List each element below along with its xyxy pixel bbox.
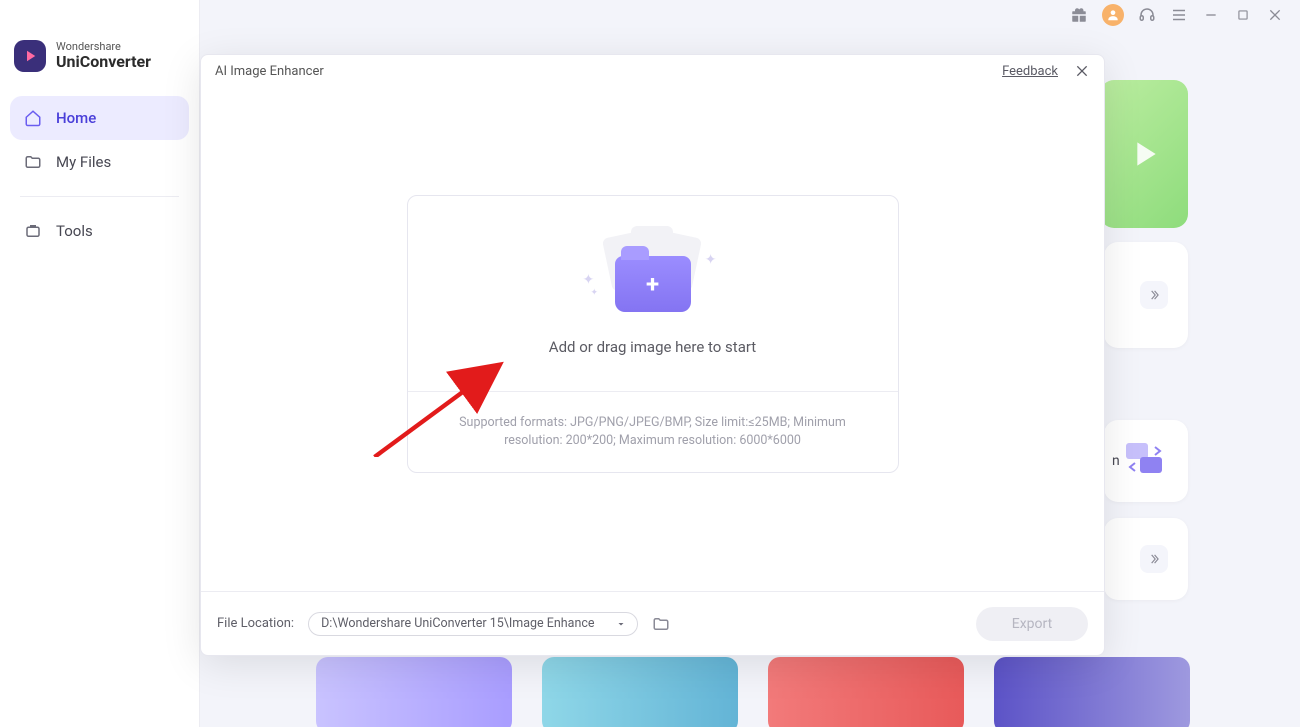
brand-line2: UniConverter bbox=[56, 53, 151, 71]
tools-icon bbox=[24, 222, 42, 240]
bg-thumbs bbox=[316, 657, 1190, 727]
chevron-down-icon bbox=[615, 618, 627, 630]
thumb-3[interactable] bbox=[768, 657, 964, 727]
bg-card-2[interactable]: n bbox=[1104, 420, 1188, 502]
drop-card: ✦✦✦ + Add or drag image here to start Su… bbox=[407, 195, 899, 473]
sidebar-item-home[interactable]: Home bbox=[10, 96, 189, 140]
thumb-4[interactable] bbox=[994, 657, 1190, 727]
file-location-select[interactable]: D:\Wondershare UniConverter 15\Image Enh… bbox=[308, 612, 638, 636]
file-location-path: D:\Wondershare UniConverter 15\Image Enh… bbox=[321, 616, 594, 631]
avatar-icon[interactable] bbox=[1102, 4, 1124, 26]
dialog-header: AI Image Enhancer Feedback bbox=[201, 55, 1104, 87]
window-close-icon[interactable] bbox=[1266, 6, 1284, 24]
sidebar-item-label: My Files bbox=[56, 153, 111, 171]
sidebar-item-myfiles[interactable]: My Files bbox=[10, 140, 189, 184]
chevron-right-icon bbox=[1140, 545, 1168, 573]
thumb-2[interactable] bbox=[542, 657, 738, 727]
nav: Home My Files Tools bbox=[0, 96, 199, 253]
folder-add-icon: ✦✦✦ + bbox=[583, 232, 723, 316]
close-icon[interactable] bbox=[1074, 63, 1090, 79]
sidebar: Wondershare UniConverter Home My Files T… bbox=[0, 0, 200, 727]
home-icon bbox=[24, 109, 42, 127]
export-label: Export bbox=[1012, 616, 1052, 632]
sidebar-item-label: Home bbox=[56, 109, 96, 127]
minimize-icon[interactable] bbox=[1202, 6, 1220, 24]
sidebar-item-label: Tools bbox=[56, 222, 93, 240]
ai-image-enhancer-dialog: AI Image Enhancer Feedback ✦✦✦ + Add or … bbox=[200, 54, 1105, 656]
gift-icon[interactable] bbox=[1070, 6, 1088, 24]
refresh-tile-icon bbox=[1120, 439, 1170, 483]
hamburger-icon[interactable] bbox=[1170, 6, 1188, 24]
thumb-1[interactable] bbox=[316, 657, 512, 727]
dialog-body: ✦✦✦ + Add or drag image here to start Su… bbox=[201, 87, 1104, 591]
logo-mark-icon bbox=[14, 40, 46, 72]
chevron-right-icon bbox=[1140, 281, 1168, 309]
titlebar bbox=[200, 0, 1300, 30]
drop-prompt: Add or drag image here to start bbox=[549, 338, 756, 356]
dialog-footer: File Location: D:\Wondershare UniConvert… bbox=[201, 591, 1104, 655]
export-button[interactable]: Export bbox=[976, 607, 1088, 641]
folder-open-icon[interactable] bbox=[652, 615, 670, 633]
support-text: Supported formats: JPG/PNG/JPEG/BMP, Siz… bbox=[408, 391, 898, 472]
files-icon bbox=[24, 153, 42, 171]
nav-divider bbox=[20, 196, 179, 197]
bg-card-1[interactable] bbox=[1104, 242, 1188, 348]
drop-area[interactable]: ✦✦✦ + Add or drag image here to start bbox=[408, 196, 898, 391]
app-logo: Wondershare UniConverter bbox=[0, 0, 199, 96]
headset-icon[interactable] bbox=[1138, 6, 1156, 24]
bg-hero-card bbox=[1100, 80, 1188, 228]
bg-card-text: n bbox=[1112, 453, 1120, 469]
feedback-link[interactable]: Feedback bbox=[1002, 64, 1058, 79]
dialog-title: AI Image Enhancer bbox=[215, 64, 324, 79]
bg-card-3[interactable] bbox=[1104, 518, 1188, 600]
file-location-label: File Location: bbox=[217, 616, 294, 631]
sidebar-item-tools[interactable]: Tools bbox=[10, 209, 189, 253]
maximize-icon[interactable] bbox=[1234, 6, 1252, 24]
